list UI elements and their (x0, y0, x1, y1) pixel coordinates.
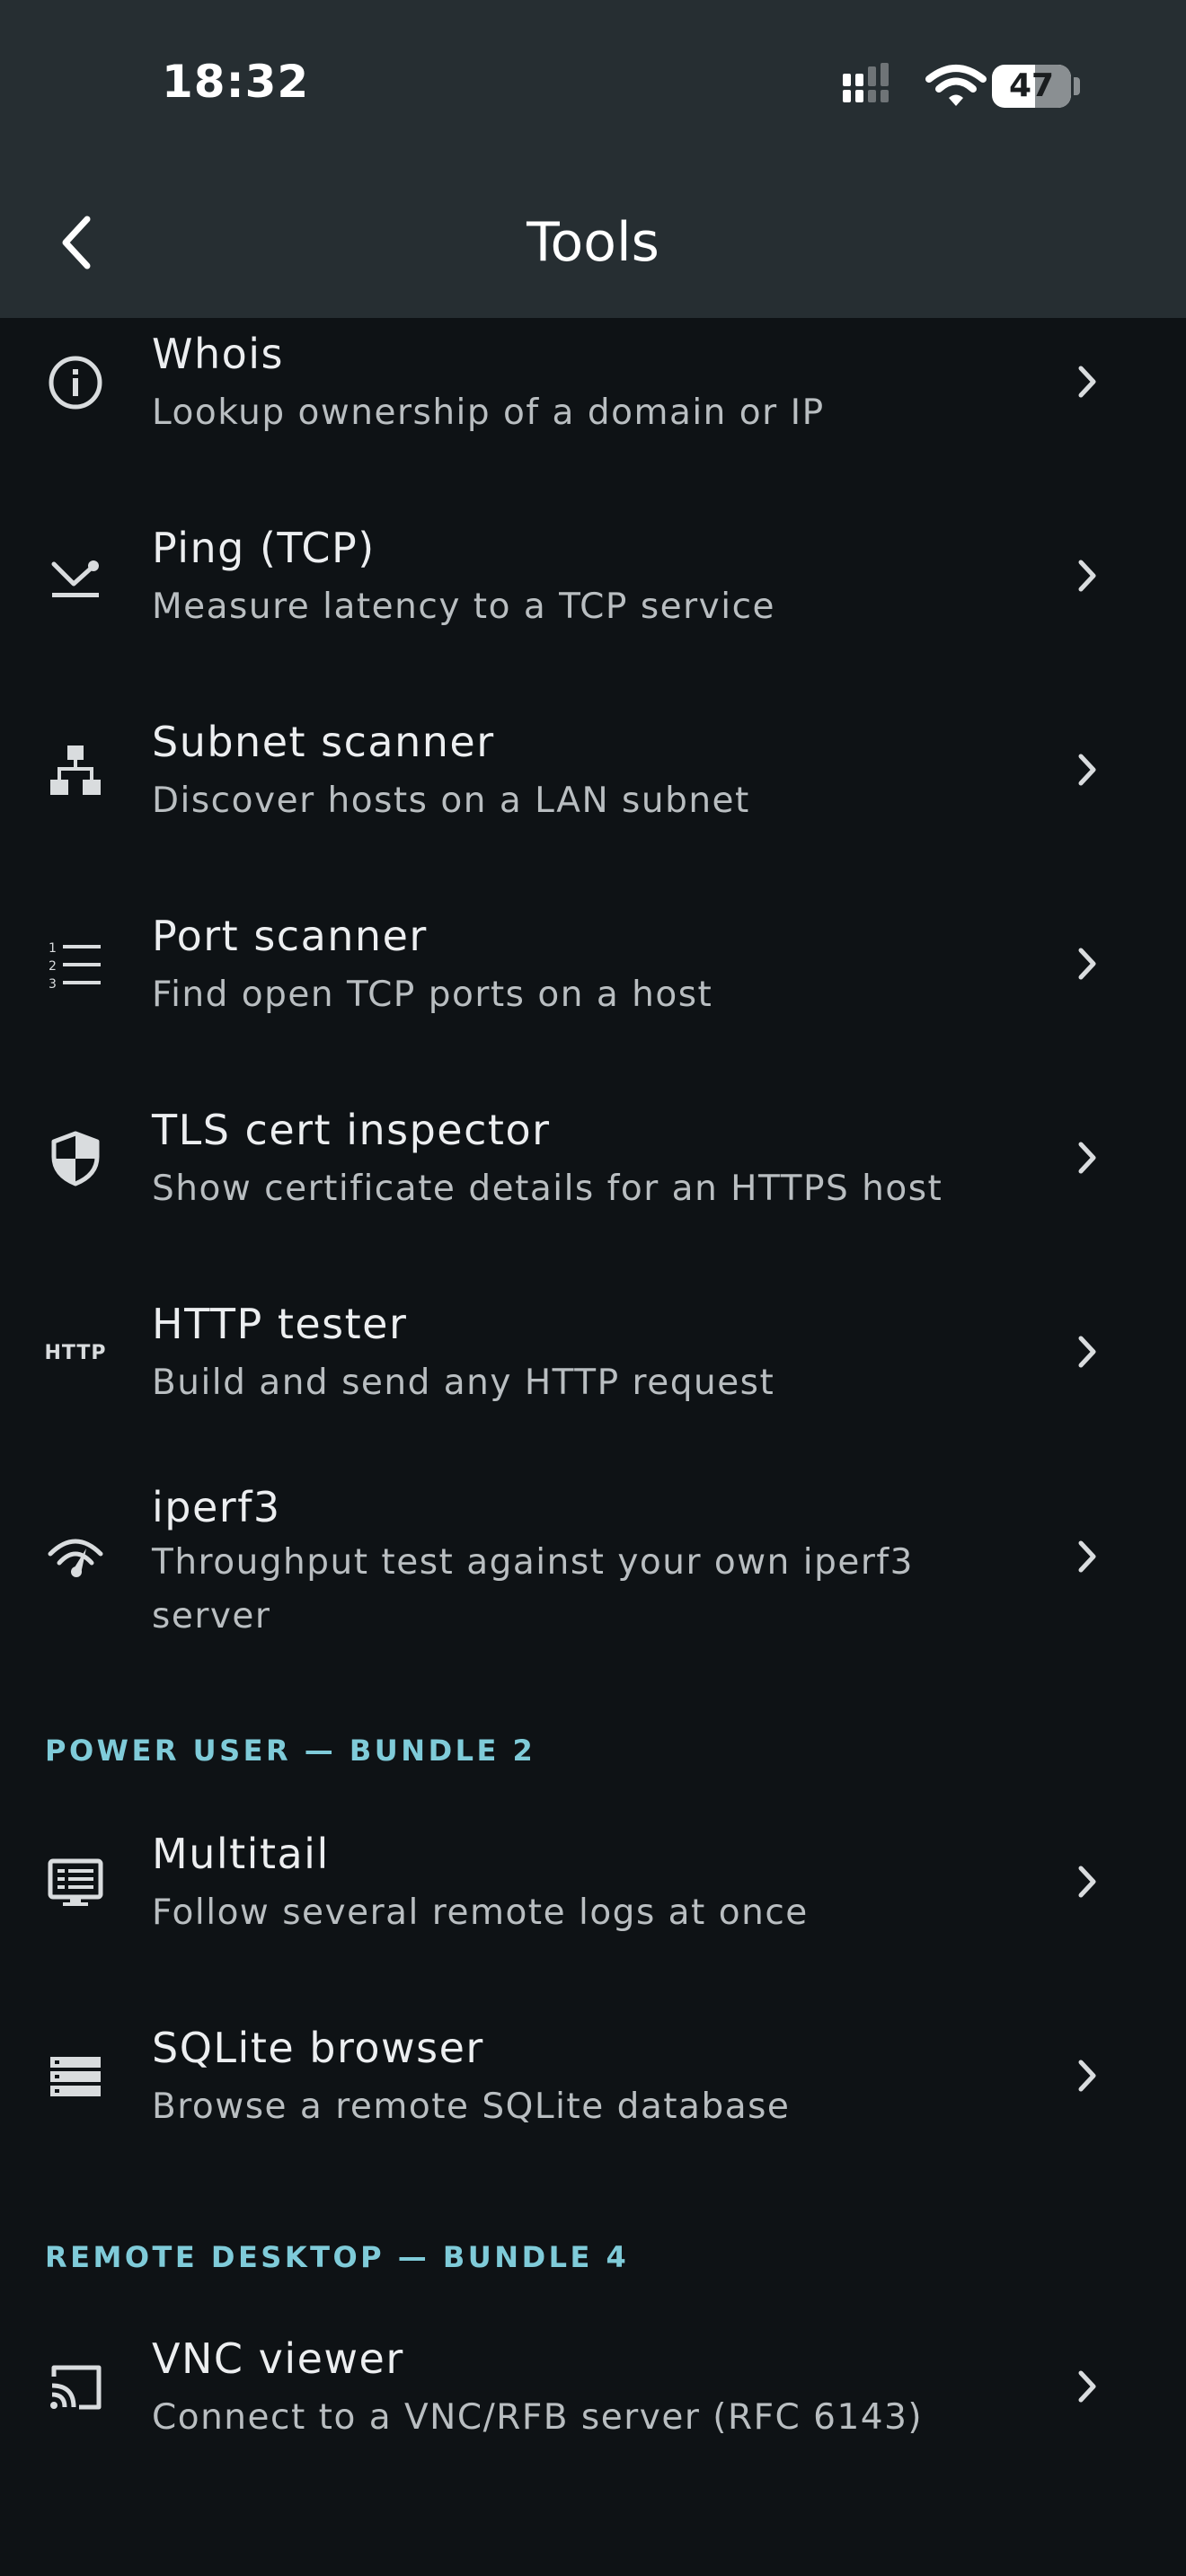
page-title: Tools (527, 211, 659, 274)
item-subtitle: Throughput test against your own iperf3 … (152, 1542, 914, 1636)
svg-text:1: 1 (49, 941, 57, 956)
item-title: TLS cert inspector (152, 1106, 551, 1154)
chevron-right-icon (1069, 2053, 1105, 2098)
chevron-right-icon (1069, 1135, 1105, 1180)
terminal-log-icon (40, 1847, 111, 1919)
status-time: 18:32 (162, 56, 310, 108)
item-title: HTTP tester (152, 1300, 408, 1348)
shield-icon (40, 1123, 111, 1195)
item-subtitle: Show certificate details for an HTTPS ho… (152, 1169, 943, 1209)
svg-text:2: 2 (49, 959, 57, 974)
tool-item-vnc-viewer[interactable]: VNC viewer Connect to a VNC/RFB server (… (0, 2328, 1186, 2454)
item-title: Subnet scanner (152, 718, 495, 766)
ping-icon (40, 541, 111, 613)
item-title: Multitail (152, 1830, 330, 1878)
item-subtitle: Build and send any HTTP request (152, 1363, 775, 1403)
tool-item-tls-cert-inspector[interactable]: TLS cert inspector Show certificate deta… (0, 1099, 1186, 1225)
item-subtitle: Connect to a VNC/RFB server (RFC 6143) (152, 2397, 924, 2438)
cellular-signal-icon (843, 63, 889, 102)
chevron-right-icon (1069, 747, 1105, 792)
item-title: iperf3 (152, 1483, 281, 1531)
section-header-remote-desktop: REMOTE DESKTOP — BUNDLE 4 (45, 2240, 630, 2274)
tool-item-iperf3[interactable]: iperf3 Throughput test against your own … (0, 1482, 1186, 1644)
tool-item-http-tester[interactable]: HTTP HTTP tester Build and send any HTTP… (0, 1293, 1186, 1419)
battery-indicator: 47 (992, 65, 1071, 108)
chevron-right-icon (1069, 2364, 1105, 2409)
item-subtitle: Discover hosts on a LAN subnet (152, 781, 750, 821)
tool-item-subnet-scanner[interactable]: Subnet scanner Discover hosts on a LAN s… (0, 711, 1186, 837)
tool-item-multitail[interactable]: Multitail Follow several remote logs at … (0, 1823, 1186, 1949)
item-subtitle: Find open TCP ports on a host (152, 975, 713, 1015)
numbered-list-icon: 1 2 3 (40, 929, 111, 1001)
tool-item-whois[interactable]: Whois Lookup ownership of a domain or IP (0, 323, 1186, 449)
item-subtitle: Measure latency to a TCP service (152, 587, 776, 627)
battery-level: 47 (1008, 67, 1055, 104)
info-icon (40, 347, 111, 419)
item-title: Port scanner (152, 912, 428, 960)
top-bar: 18:32 47 Tools (0, 0, 1186, 318)
network-tree-icon (40, 735, 111, 807)
chevron-right-icon (1069, 1534, 1105, 1579)
chevron-right-icon (1069, 553, 1105, 598)
section-header-power-user: POWER USER — BUNDLE 2 (45, 1734, 536, 1768)
http-icon-label: HTTP (44, 1341, 107, 1364)
http-icon: HTTP (40, 1317, 111, 1389)
item-title: SQLite browser (152, 2024, 484, 2072)
item-title: Ping (TCP) (152, 524, 376, 572)
item-subtitle: Lookup ownership of a domain or IP (152, 393, 825, 433)
item-title: Whois (152, 330, 285, 378)
item-subtitle: Follow several remote logs at once (152, 1892, 809, 1933)
tool-item-port-scanner[interactable]: 1 2 3 Port scanner Find open TCP ports o… (0, 905, 1186, 1031)
tool-item-sqlite-browser[interactable]: SQLite browser Browse a remote SQLite da… (0, 2017, 1186, 2143)
speed-gauge-icon (40, 1520, 111, 1592)
chevron-right-icon (1069, 359, 1105, 404)
wifi-icon (925, 65, 987, 106)
item-subtitle: Browse a remote SQLite database (152, 2086, 791, 2127)
database-icon (40, 2041, 111, 2113)
item-title: VNC viewer (152, 2334, 404, 2383)
chevron-right-icon (1069, 1329, 1105, 1374)
cast-icon (40, 2351, 111, 2423)
battery-tip (1074, 77, 1080, 95)
tool-item-ping[interactable]: Ping (TCP) Measure latency to a TCP serv… (0, 517, 1186, 643)
chevron-right-icon (1069, 1859, 1105, 1904)
chevron-right-icon (1069, 941, 1105, 986)
svg-text:3: 3 (49, 977, 57, 992)
